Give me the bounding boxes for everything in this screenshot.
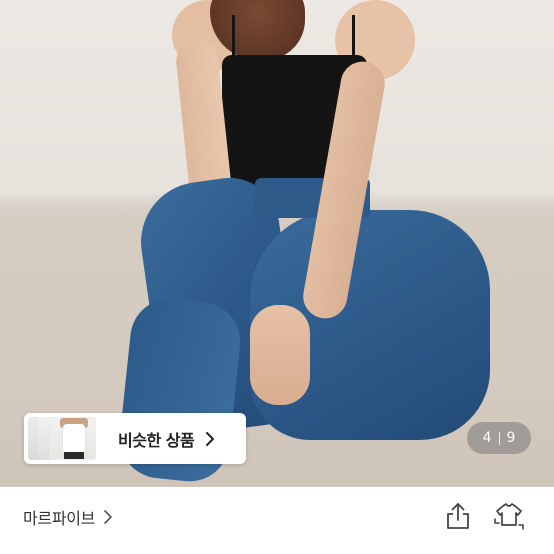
- product-detail-screen: 비슷한 상품 4 9 마르파이브: [0, 0, 554, 554]
- image-counter-divider: [498, 431, 500, 445]
- similar-product-thumbnail: [50, 417, 96, 460]
- seller-name: 마르파이브: [23, 509, 96, 528]
- image-counter: 4 9: [467, 422, 531, 454]
- similar-products-button[interactable]: 비슷한 상품: [24, 413, 246, 464]
- chevron-right-icon: [206, 431, 215, 446]
- similar-products-label: 비슷한 상품: [118, 430, 195, 450]
- photo-top-strap: [232, 15, 235, 55]
- photo-model-hands: [250, 305, 310, 405]
- photo-top-strap: [352, 15, 355, 55]
- shirt-swap-icon[interactable]: [492, 499, 526, 533]
- bottom-bar: 마르파이브: [0, 487, 554, 554]
- seller-link[interactable]: 마르파이브: [23, 505, 113, 529]
- share-icon[interactable]: [444, 501, 472, 531]
- similar-products-thumbnails: [24, 413, 100, 464]
- chevron-right-icon: [104, 510, 112, 524]
- image-counter-current: 4: [482, 430, 492, 446]
- image-counter-total: 9: [506, 430, 516, 446]
